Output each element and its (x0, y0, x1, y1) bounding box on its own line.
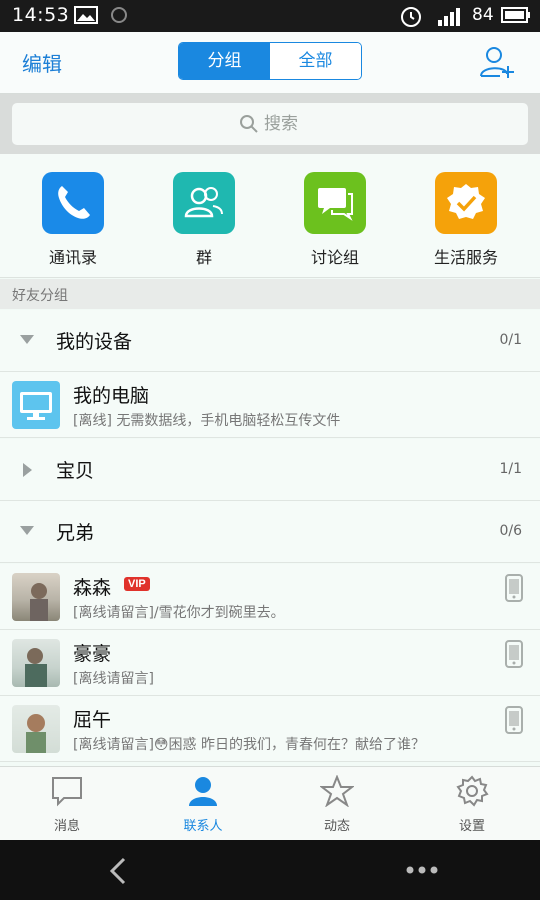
tab-groups[interactable]: 分组 (179, 43, 270, 79)
app-life-services[interactable]: 生活服务 (411, 172, 521, 268)
group-name: 兄弟 (56, 522, 95, 544)
badge-check-icon (435, 172, 497, 234)
mobile-phone-icon (505, 640, 523, 668)
avatar (12, 573, 60, 621)
contact-row[interactable]: 森森 VIP [离线请留言]/雪花你才到碗里去。 (0, 564, 540, 630)
edit-button[interactable]: 编辑 (22, 48, 62, 77)
notification-icon (111, 7, 127, 23)
app-label: 讨论组 (310, 248, 359, 267)
app-discussion[interactable]: 讨论组 (280, 172, 390, 268)
collapse-arrow-icon (23, 463, 32, 477)
tab-label: 设置 (458, 819, 485, 834)
message-icon (52, 777, 82, 807)
tab-label: 联系人 (183, 819, 223, 834)
search-icon (240, 115, 258, 133)
system-nav-bar (0, 840, 540, 900)
list-item-my-computer[interactable]: 我的电脑 [离线] 无需数据线，手机电脑轻松互传文件 (0, 372, 540, 438)
vip-badge: VIP (124, 577, 150, 591)
status-bar: 14:53 84 (0, 0, 540, 32)
group-my-devices[interactable]: 我的设备 0/1 (0, 310, 540, 372)
group-count: 0/1 (499, 332, 522, 348)
tab-messages[interactable]: 消息 (17, 775, 117, 834)
chat-icon (304, 172, 366, 234)
section-title: 好友分组 (12, 288, 68, 304)
battery-level: 84 (472, 5, 494, 25)
settings-icon (456, 775, 489, 807)
search-box[interactable] (12, 103, 528, 145)
app-label: 生活服务 (433, 248, 498, 267)
tab-feed[interactable]: 动态 (287, 774, 387, 834)
more-icon[interactable] (404, 864, 440, 876)
image-icon (74, 6, 98, 24)
tab-label: 动态 (323, 819, 350, 834)
contact-name: 豪豪 (73, 643, 112, 665)
contact-status: [离线] 无需数据线，手机电脑轻松互传文件 (73, 413, 341, 429)
search-bar (0, 94, 540, 154)
group-name: 我的设备 (56, 331, 133, 353)
contact-row[interactable]: 屈午 [离线请留言]😳困惑 昨日的我们，青春何在？献给了谁？ (0, 696, 540, 762)
signal-icon (438, 8, 460, 26)
computer-icon (12, 381, 60, 429)
star-icon (319, 774, 355, 808)
alarm-icon (401, 7, 421, 27)
contact-status: [离线请留言]😳困惑 昨日的我们，青春何在？献给了谁？ (73, 737, 425, 753)
quick-apps: 通讯录 群 讨论组 生活服务 (0, 154, 540, 278)
contact-name: 屈午 (73, 709, 112, 731)
tab-settings[interactable]: 设置 (422, 775, 522, 834)
tab-contacts[interactable]: 联系人 (153, 775, 253, 834)
app-contacts[interactable]: 通讯录 (18, 172, 128, 268)
expand-arrow-icon (20, 335, 34, 344)
section-header: 好友分组 (0, 279, 540, 309)
app-groups[interactable]: 群 (149, 172, 259, 268)
battery-icon (501, 7, 530, 23)
group-baby[interactable]: 宝贝 1/1 (0, 439, 540, 501)
group-icon (173, 172, 235, 234)
group-brothers[interactable]: 兄弟 0/6 (0, 501, 540, 563)
group-name: 宝贝 (56, 460, 95, 482)
title-bar: 编辑 分组 全部 (0, 32, 540, 94)
app-label: 通讯录 (48, 248, 97, 267)
add-friend-icon[interactable] (478, 44, 516, 80)
contact-name: 森森 (73, 577, 112, 599)
avatar (12, 639, 60, 687)
group-count: 1/1 (499, 461, 522, 477)
app-label: 群 (195, 248, 212, 267)
tab-all[interactable]: 全部 (270, 43, 361, 79)
mobile-phone-icon (505, 574, 523, 602)
group-count: 0/6 (499, 523, 522, 539)
search-input[interactable] (264, 109, 464, 139)
contact-status: [离线请留言]/雪花你才到碗里去。 (73, 605, 285, 621)
mobile-phone-icon (505, 706, 523, 734)
expand-arrow-icon (20, 526, 34, 535)
phone-icon (42, 172, 104, 234)
clock: 14:53 (12, 4, 70, 26)
contact-row[interactable]: 豪豪 [离线请留言] (0, 630, 540, 696)
contact-name: 我的电脑 (73, 385, 150, 407)
bottom-tab-bar: 消息 联系人 动态 设置 (0, 766, 540, 840)
contacts-icon (189, 777, 217, 806)
back-icon[interactable] (106, 856, 130, 886)
contact-status: [离线请留言] (73, 671, 154, 687)
view-segmented-control: 分组 全部 (178, 42, 362, 80)
tab-label: 消息 (53, 819, 80, 834)
avatar (12, 705, 60, 753)
